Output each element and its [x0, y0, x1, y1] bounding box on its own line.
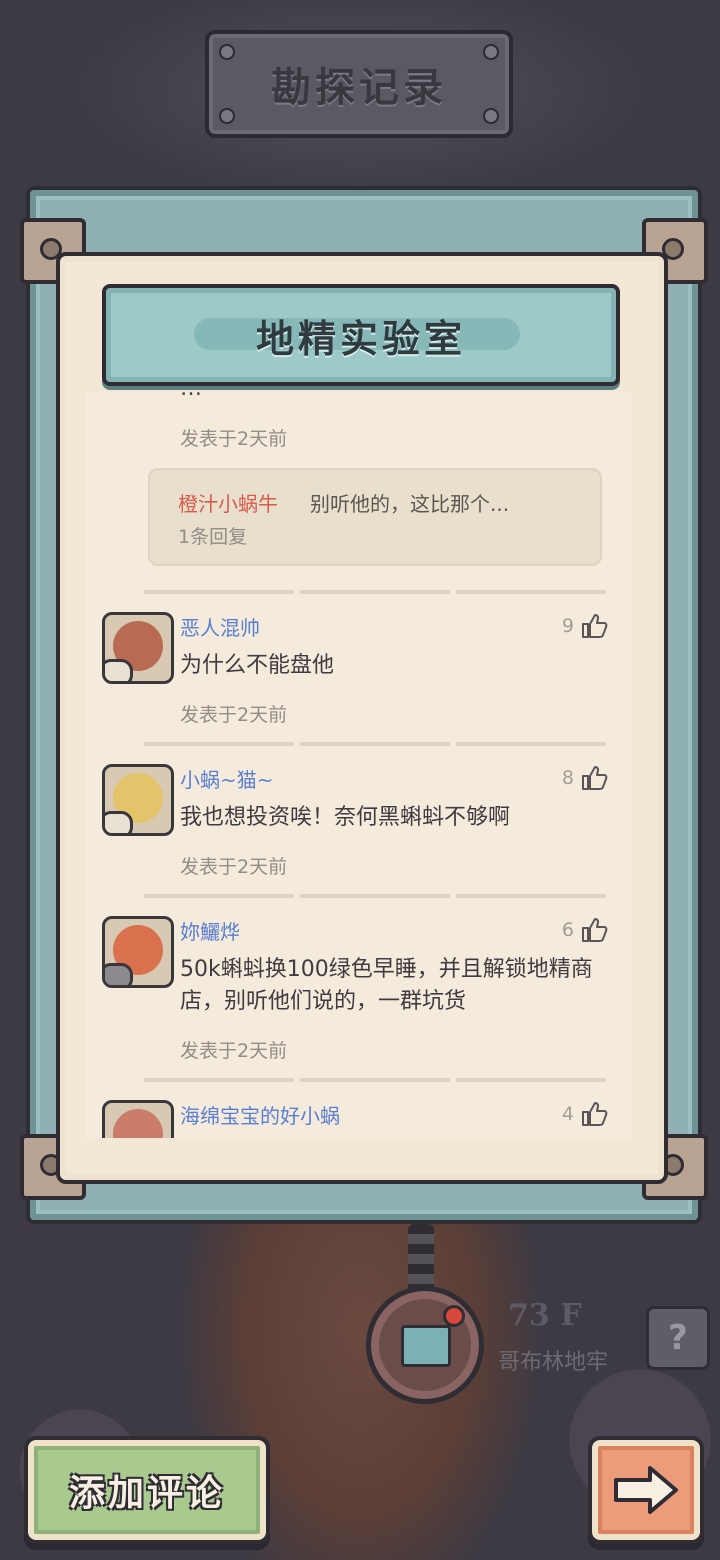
like-button[interactable]: 6 [562, 916, 608, 944]
partial-comment-time: 发表于2天前 [180, 428, 288, 450]
panel-header-banner: 地精实验室 [102, 284, 620, 386]
thumbs-up-icon [582, 918, 608, 942]
like-count: 9 [561, 615, 574, 637]
add-comment-label: 添加评论 [68, 1472, 225, 1514]
rivet-icon [483, 108, 499, 124]
like-button[interactable]: 8 [562, 764, 608, 792]
reply-snippet: 别听他的，这比那个... [310, 492, 510, 516]
comment-text: 我也想投资唉！奈何黑蝌蚪不够啊 [180, 805, 511, 830]
avatar-badge-icon [105, 659, 133, 681]
avatar-badge-icon [105, 963, 133, 985]
question-icon: ? [668, 1318, 688, 1358]
map-icon [401, 1325, 451, 1367]
like-count: 4 [561, 1103, 574, 1125]
rivet-icon [219, 108, 235, 124]
help-button[interactable]: ? [646, 1306, 710, 1370]
comment-time: 发表于2天前 [180, 704, 288, 726]
arrow-right-icon [614, 1466, 678, 1514]
thumbs-up-icon [582, 766, 608, 790]
floor-name: 哥布林地牢 [498, 1350, 609, 1375]
comment-text: 为什么不能盘他 [180, 653, 335, 678]
like-button[interactable]: 9 [562, 612, 608, 640]
avatar[interactable] [102, 612, 174, 684]
thumbs-up-icon [582, 1102, 608, 1126]
reply-preview[interactable]: 橙汁小蜗牛 别听他的，这比那个... 1条回复 [148, 468, 602, 566]
like-button[interactable]: 4 [562, 1100, 608, 1128]
divider [144, 894, 606, 898]
add-comment-button[interactable]: 添加评论 [24, 1436, 270, 1544]
comment-author[interactable]: 小蜗~猫~ [180, 764, 274, 793]
next-button[interactable] [588, 1436, 704, 1544]
comment-time: 发表于2天前 [180, 1040, 288, 1062]
panel-title: 地精实验室 [255, 315, 466, 361]
location-dot [443, 1305, 465, 1327]
reply-author[interactable]: 橙汁小蜗牛 [178, 488, 278, 517]
reply-count[interactable]: 1条回复 [178, 522, 247, 549]
rivet-icon [483, 44, 499, 60]
map-compass-icon[interactable] [366, 1286, 484, 1404]
comment-text: 50k蝌蚪换100绿色早睡，并且解锁地精商店，别听他们说的，一群坑货 [180, 957, 593, 1014]
divider [144, 590, 606, 594]
screen-title-plate: 勘探记录 [205, 30, 513, 138]
partial-comment-text: … [180, 392, 202, 401]
avatar-badge-icon [105, 811, 133, 833]
rivet-icon [219, 44, 235, 60]
floor-number: 73 F [508, 1298, 582, 1333]
avatar[interactable] [102, 916, 174, 988]
divider [144, 1078, 606, 1082]
avatar[interactable] [102, 1100, 174, 1138]
avatar[interactable] [102, 764, 174, 836]
comment-author[interactable]: 海绵宝宝的好小蜗 [180, 1100, 340, 1129]
avatar-image [113, 1109, 163, 1138]
like-count: 8 [561, 767, 574, 789]
comment-author[interactable]: 恶人混帅 [180, 612, 260, 641]
comment-author[interactable]: 妳鱺烨 [180, 916, 240, 945]
thumbs-up-icon [582, 614, 608, 638]
comment-time: 发表于2天前 [180, 856, 288, 878]
like-count: 6 [561, 919, 574, 941]
screen-title: 勘探记录 [271, 64, 447, 111]
divider [144, 742, 606, 746]
comment-list[interactable]: … 发表于2天前 橙汁小蜗牛 别听他的，这比那个... 1条回复 恶人混帅 9 … [86, 392, 632, 1138]
